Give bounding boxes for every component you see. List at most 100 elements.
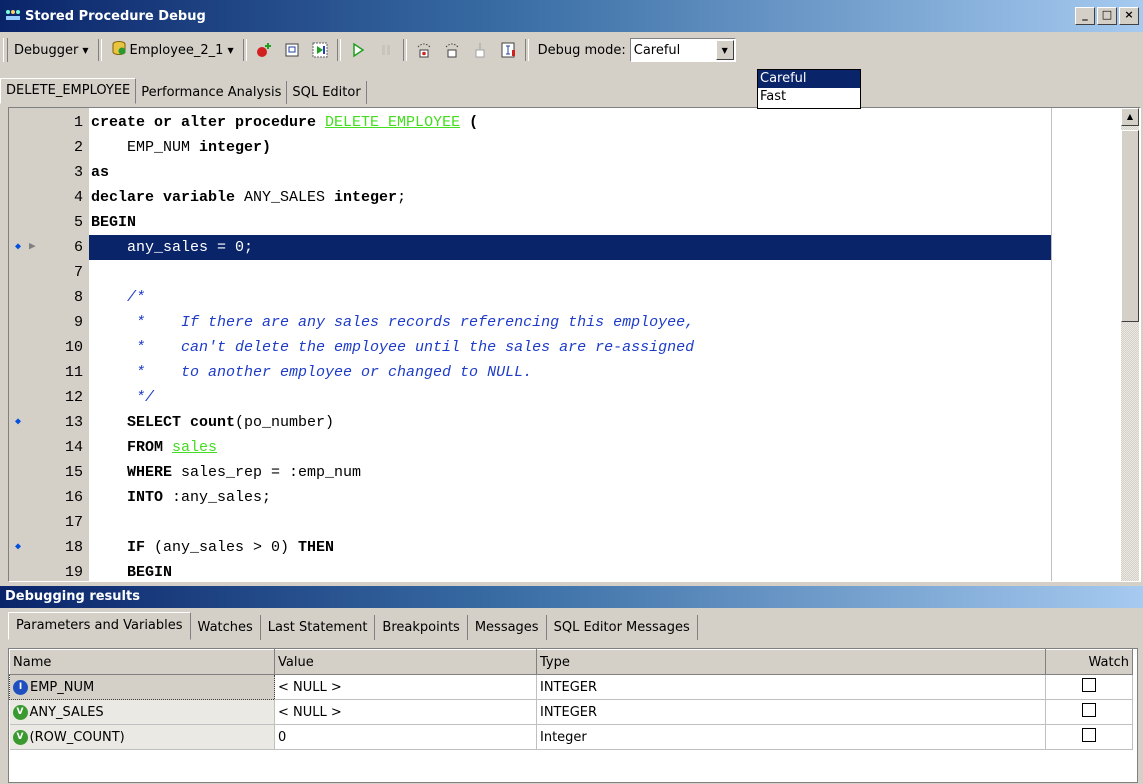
breakpoint-icon[interactable]: ◆ — [15, 535, 21, 560]
gutter-line[interactable]: 5 — [9, 210, 89, 235]
close-button[interactable]: × — [1119, 7, 1139, 25]
code-line[interactable]: /* — [89, 285, 1051, 310]
gutter-line[interactable]: ◆ 18 — [9, 535, 89, 560]
gutter-line[interactable]: 10 — [9, 335, 89, 360]
table-row[interactable]: V (ROW_COUNT) 0 Integer — [9, 724, 1133, 750]
tab-messages[interactable]: Messages — [468, 615, 547, 640]
code-line[interactable]: declare variable ANY_SALES integer; — [89, 185, 1051, 210]
minimize-button[interactable]: _ — [1075, 7, 1095, 25]
toolbar-separator — [402, 39, 407, 61]
line-number: 7 — [73, 264, 83, 281]
step-into-icon[interactable] — [412, 38, 436, 62]
line-number: 10 — [64, 339, 83, 356]
gutter-line[interactable]: 4 — [9, 185, 89, 210]
code-line[interactable]: as — [89, 160, 1051, 185]
column-header-name[interactable]: Name — [9, 649, 275, 675]
pause-icon[interactable] — [374, 38, 398, 62]
tab-sql-editor[interactable]: SQL Editor — [287, 81, 367, 104]
watch-checkbox[interactable] — [1082, 678, 1096, 692]
current-code-line[interactable]: any_sales = 0; — [89, 235, 1051, 260]
code-line[interactable]: * can't delete the employee until the sa… — [89, 335, 1051, 360]
code-line[interactable] — [89, 260, 1051, 285]
chevron-down-icon[interactable]: ▼ — [715, 40, 734, 60]
variable-name-cell[interactable]: V (ROW_COUNT) — [9, 724, 275, 750]
code-line[interactable]: EMP_NUM integer) — [89, 135, 1051, 160]
gutter-line[interactable]: 14 — [9, 435, 89, 460]
scroll-thumb[interactable] — [1121, 130, 1139, 322]
object-link[interactable]: sales — [172, 439, 217, 456]
run-icon[interactable] — [346, 38, 370, 62]
column-header-type[interactable]: Type — [536, 649, 1046, 675]
code-line[interactable]: SELECT count(po_number) — [89, 410, 1051, 435]
code-line[interactable]: FROM sales — [89, 435, 1051, 460]
code-line[interactable]: BEGIN — [89, 210, 1051, 235]
step-out-icon[interactable] — [468, 38, 492, 62]
gutter-line[interactable]: 1 — [9, 110, 89, 135]
vertical-scrollbar[interactable]: ▲ — [1121, 108, 1139, 581]
variable-value-cell[interactable]: 0 — [274, 724, 537, 750]
code-token: BEGIN — [91, 214, 137, 231]
column-header-watch[interactable]: Watch — [1045, 649, 1133, 675]
run-to-cursor-icon[interactable] — [308, 38, 332, 62]
gutter-line[interactable]: ◆ 13 — [9, 410, 89, 435]
toggle-breakpoint-icon[interactable] — [252, 38, 276, 62]
code-line[interactable] — [89, 510, 1051, 535]
code-line[interactable]: */ — [89, 385, 1051, 410]
scroll-up-icon[interactable]: ▲ — [1121, 108, 1139, 126]
code-line[interactable]: INTO :any_sales; — [89, 485, 1051, 510]
gutter-line[interactable]: 15 — [9, 460, 89, 485]
step-over-icon[interactable] — [440, 38, 464, 62]
tab-performance-analysis[interactable]: Performance Analysis — [136, 81, 288, 104]
object-link[interactable]: DELETE_EMPLOYEE — [325, 114, 460, 131]
gutter-line[interactable]: 17 — [9, 510, 89, 535]
code-line[interactable]: * If there are any sales records referen… — [89, 310, 1051, 335]
code-token: any_sales = 0; — [91, 239, 254, 256]
code-area[interactable]: create or alter procedure DELETE_EMPLOYE… — [89, 108, 1051, 581]
gutter-line[interactable]: 16 — [9, 485, 89, 510]
option-careful[interactable]: Careful — [758, 70, 860, 88]
debug-mode-select[interactable]: Careful ▼ — [629, 38, 736, 62]
tab-delete-employee[interactable]: DELETE_EMPLOYEE — [0, 78, 137, 104]
variable-name-cell[interactable]: I EMP_NUM — [9, 674, 275, 700]
option-fast[interactable]: Fast — [758, 88, 860, 106]
table-row[interactable]: I EMP_NUM < NULL > INTEGER — [9, 674, 1133, 700]
maximize-button[interactable]: □ — [1097, 7, 1117, 25]
variable-type-cell: Integer — [536, 724, 1046, 750]
variable-value-cell[interactable]: < NULL > — [274, 699, 537, 725]
code-line[interactable]: IF (any_sales > 0) THEN — [89, 535, 1051, 560]
tab-parameters-and-variables[interactable]: Parameters and Variables — [8, 612, 191, 640]
gutter-line[interactable]: 3 — [9, 160, 89, 185]
evaluate-icon[interactable] — [280, 38, 304, 62]
breakpoint-icon[interactable]: ◆ — [15, 235, 21, 260]
column-header-value[interactable]: Value — [274, 649, 537, 675]
code-line[interactable]: WHERE sales_rep = :emp_num — [89, 460, 1051, 485]
variable-value-cell[interactable]: < NULL > — [274, 674, 537, 700]
database-selector-button[interactable]: Employee_2_1 ▼ — [105, 38, 240, 62]
code-line[interactable]: create or alter procedure DELETE_EMPLOYE… — [89, 110, 1051, 135]
reset-icon[interactable] — [496, 38, 520, 62]
line-gutter[interactable]: 1 2 3 4 5 ◆ ▶ 6 7 8 9 10 11 12 ◆ 13 14 15 16 17 ◆ 18 19 — [9, 108, 89, 581]
gutter-line[interactable]: 11 — [9, 360, 89, 385]
table-row[interactable]: V ANY_SALES < NULL > INTEGER — [9, 699, 1133, 725]
variable-name-cell[interactable]: V ANY_SALES — [9, 699, 275, 725]
gutter-line[interactable]: 7 — [9, 260, 89, 285]
watch-checkbox[interactable] — [1082, 703, 1096, 717]
variable-name: ANY_SALES — [29, 704, 104, 720]
gutter-line[interactable]: 8 — [9, 285, 89, 310]
debugger-menu-button[interactable]: Debugger ▼ — [8, 38, 95, 62]
tab-sql-editor-messages[interactable]: SQL Editor Messages — [547, 615, 698, 640]
code-line[interactable]: * to another employee or changed to NULL… — [89, 360, 1051, 385]
watch-checkbox[interactable] — [1082, 728, 1096, 742]
gutter-line[interactable]: ◆ ▶ 6 — [9, 235, 89, 260]
gutter-line[interactable]: 19 — [9, 560, 89, 581]
tab-watches[interactable]: Watches — [191, 615, 261, 640]
tab-breakpoints[interactable]: Breakpoints — [375, 615, 468, 640]
code-editor[interactable]: 1 2 3 4 5 ◆ ▶ 6 7 8 9 10 11 12 ◆ 13 14 15 16 17 ◆ 18 19 create… — [8, 107, 1141, 582]
tab-last-statement[interactable]: Last Statement — [261, 615, 376, 640]
code-line[interactable]: BEGIN — [89, 560, 1051, 581]
gutter-line[interactable]: 9 — [9, 310, 89, 335]
line-number: 2 — [73, 139, 83, 156]
gutter-line[interactable]: 12 — [9, 385, 89, 410]
gutter-line[interactable]: 2 — [9, 135, 89, 160]
breakpoint-icon[interactable]: ◆ — [15, 410, 21, 435]
